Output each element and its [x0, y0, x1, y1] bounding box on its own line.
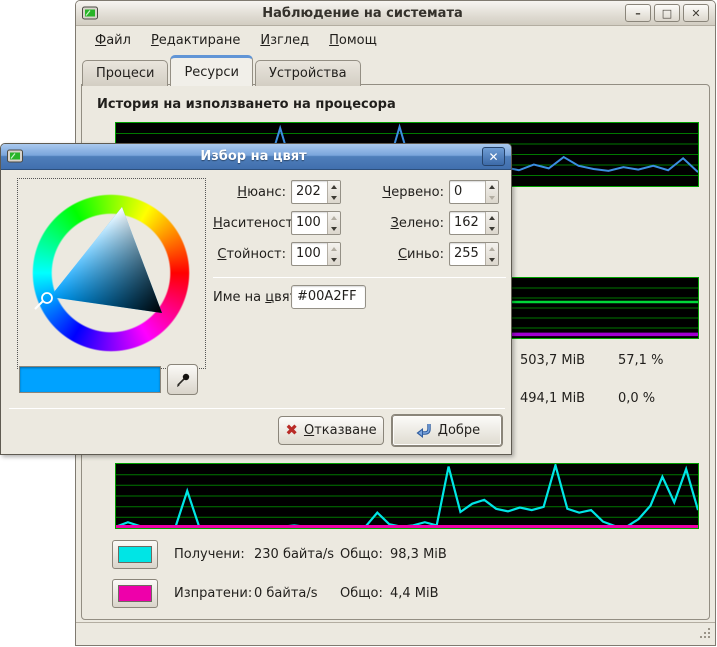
red-value[interactable]: 0: [450, 181, 485, 203]
red-label: Червено:: [367, 185, 449, 200]
menu-view[interactable]: Изглед: [251, 29, 318, 52]
saturation-value-triangle[interactable]: [18, 179, 207, 370]
blue-up-button[interactable]: [486, 243, 498, 254]
system-monitor-icon: [82, 5, 100, 21]
menu-bar: Файл Редактиране Изглед Помощ: [76, 27, 715, 53]
memory-size-value: 503,7 MiB: [520, 353, 612, 368]
network-history-chart: [115, 463, 699, 529]
value-up-button[interactable]: [328, 243, 340, 254]
received-rate: 230 байта/s: [254, 547, 340, 562]
sent-label: Изпратени:: [174, 586, 254, 601]
red-down-button[interactable]: [486, 192, 498, 203]
green-spinbox[interactable]: 162: [449, 211, 499, 235]
received-total-label: Общо:: [340, 547, 390, 562]
sent-color-swatch: [118, 585, 152, 602]
received-label: Получени:: [174, 547, 254, 562]
value-value[interactable]: 100: [292, 243, 327, 265]
sent-legend-row: Изпратени: 0 байта/s Общо: 4,4 MiB: [112, 578, 439, 608]
ok-button[interactable]: Добре: [391, 414, 503, 447]
button-separator: [9, 408, 505, 409]
sent-color-button[interactable]: [112, 579, 158, 608]
status-bar: [76, 622, 715, 645]
window-controls: – □ ✕: [625, 4, 709, 22]
memory-percent-value: 57,1 %: [618, 353, 663, 368]
cancel-button[interactable]: ✖ Отказване: [278, 416, 384, 445]
blue-value[interactable]: 255: [450, 243, 485, 265]
saturation-down-button[interactable]: [328, 223, 340, 234]
memory-usage-row: 503,7 MiB 57,1 %: [520, 353, 663, 368]
tab-resources[interactable]: Ресурси: [170, 55, 253, 86]
swap-size-value: 494,1 MiB: [520, 391, 612, 406]
red-spinbox[interactable]: 0: [449, 180, 499, 204]
dialog-title: Избор на цвят: [25, 149, 482, 164]
screen: Наблюдение на системата – □ ✕ Файл Редак…: [0, 0, 717, 647]
dialog-close-button[interactable]: ✕: [482, 147, 505, 166]
hue-spinbox[interactable]: 202: [291, 180, 341, 204]
saturation-label: Наситеност:: [213, 216, 291, 231]
saturation-value[interactable]: 100: [292, 212, 327, 234]
saturation-spinbox[interactable]: 100: [291, 211, 341, 235]
dialog-titlebar[interactable]: Избор на цвят ✕: [1, 144, 511, 170]
eyedropper-icon: [175, 372, 191, 388]
blue-spinbox[interactable]: 255: [449, 242, 499, 266]
cancel-icon: ✖: [285, 423, 298, 438]
green-value[interactable]: 162: [450, 212, 485, 234]
cpu-history-title: История на използването на процесора: [97, 97, 396, 112]
maximize-button[interactable]: □: [654, 4, 680, 22]
received-color-button[interactable]: [112, 540, 158, 569]
tab-processes[interactable]: Процеси: [82, 60, 168, 86]
value-spinbox[interactable]: 100: [291, 242, 341, 266]
cancel-label: Отказване: [304, 423, 377, 438]
main-titlebar[interactable]: Наблюдение на системата – □ ✕: [76, 1, 715, 26]
menu-edit[interactable]: Редактиране: [142, 29, 249, 52]
tab-devices[interactable]: Устройства: [255, 60, 361, 86]
color-name-row: Име на цвят: #00A2FF: [213, 285, 366, 309]
green-up-button[interactable]: [486, 212, 498, 223]
hue-up-button[interactable]: [328, 181, 340, 192]
color-picker-dialog: Избор на цвят ✕: [0, 143, 512, 455]
hsv-rgb-fields: Нюанс: 202 Червено: 0 Наситеност: 100 Зе…: [213, 180, 507, 266]
menu-file[interactable]: Файл: [86, 29, 140, 52]
ok-label: Добре: [438, 423, 480, 438]
minimize-button[interactable]: –: [625, 4, 651, 22]
resize-grip[interactable]: [698, 628, 710, 640]
saturation-up-button[interactable]: [328, 212, 340, 223]
received-color-swatch: [118, 546, 152, 563]
dialog-icon: [7, 149, 25, 165]
sent-total: 4,4 MiB: [390, 586, 439, 601]
value-label: Стойност:: [213, 247, 291, 262]
red-up-button[interactable]: [486, 181, 498, 192]
hue-down-button[interactable]: [328, 192, 340, 203]
received-legend-row: Получени: 230 байта/s Общо: 98,3 MiB: [112, 539, 447, 569]
fields-separator: [213, 277, 506, 278]
hue-label: Нюанс:: [213, 185, 291, 200]
green-down-button[interactable]: [486, 223, 498, 234]
sent-rate: 0 байта/s: [254, 586, 340, 601]
blue-down-button[interactable]: [486, 254, 498, 265]
window-title: Наблюдение на системата: [100, 6, 625, 21]
close-button[interactable]: ✕: [683, 4, 709, 22]
ok-icon: [414, 422, 432, 439]
hue-marker-tick: [35, 301, 43, 309]
color-name-label: Име на цвят:: [213, 290, 291, 305]
green-label: Зелено:: [367, 216, 449, 231]
hue-value[interactable]: 202: [292, 181, 327, 203]
sent-total-label: Общо:: [340, 586, 390, 601]
swap-percent-value: 0,0 %: [618, 391, 655, 406]
tab-strip: Процеси Ресурси Устройства: [82, 53, 363, 85]
color-preview: [19, 366, 161, 393]
menu-help[interactable]: Помощ: [320, 29, 386, 52]
blue-label: Синьо:: [367, 247, 449, 262]
color-wheel-area: [17, 178, 206, 369]
received-total: 98,3 MiB: [390, 547, 447, 562]
swap-usage-row: 494,1 MiB 0,0 %: [520, 391, 655, 406]
eyedropper-button[interactable]: [167, 364, 198, 395]
color-name-input[interactable]: #00A2FF: [291, 285, 366, 309]
value-down-button[interactable]: [328, 254, 340, 265]
hue-marker: [42, 293, 52, 303]
